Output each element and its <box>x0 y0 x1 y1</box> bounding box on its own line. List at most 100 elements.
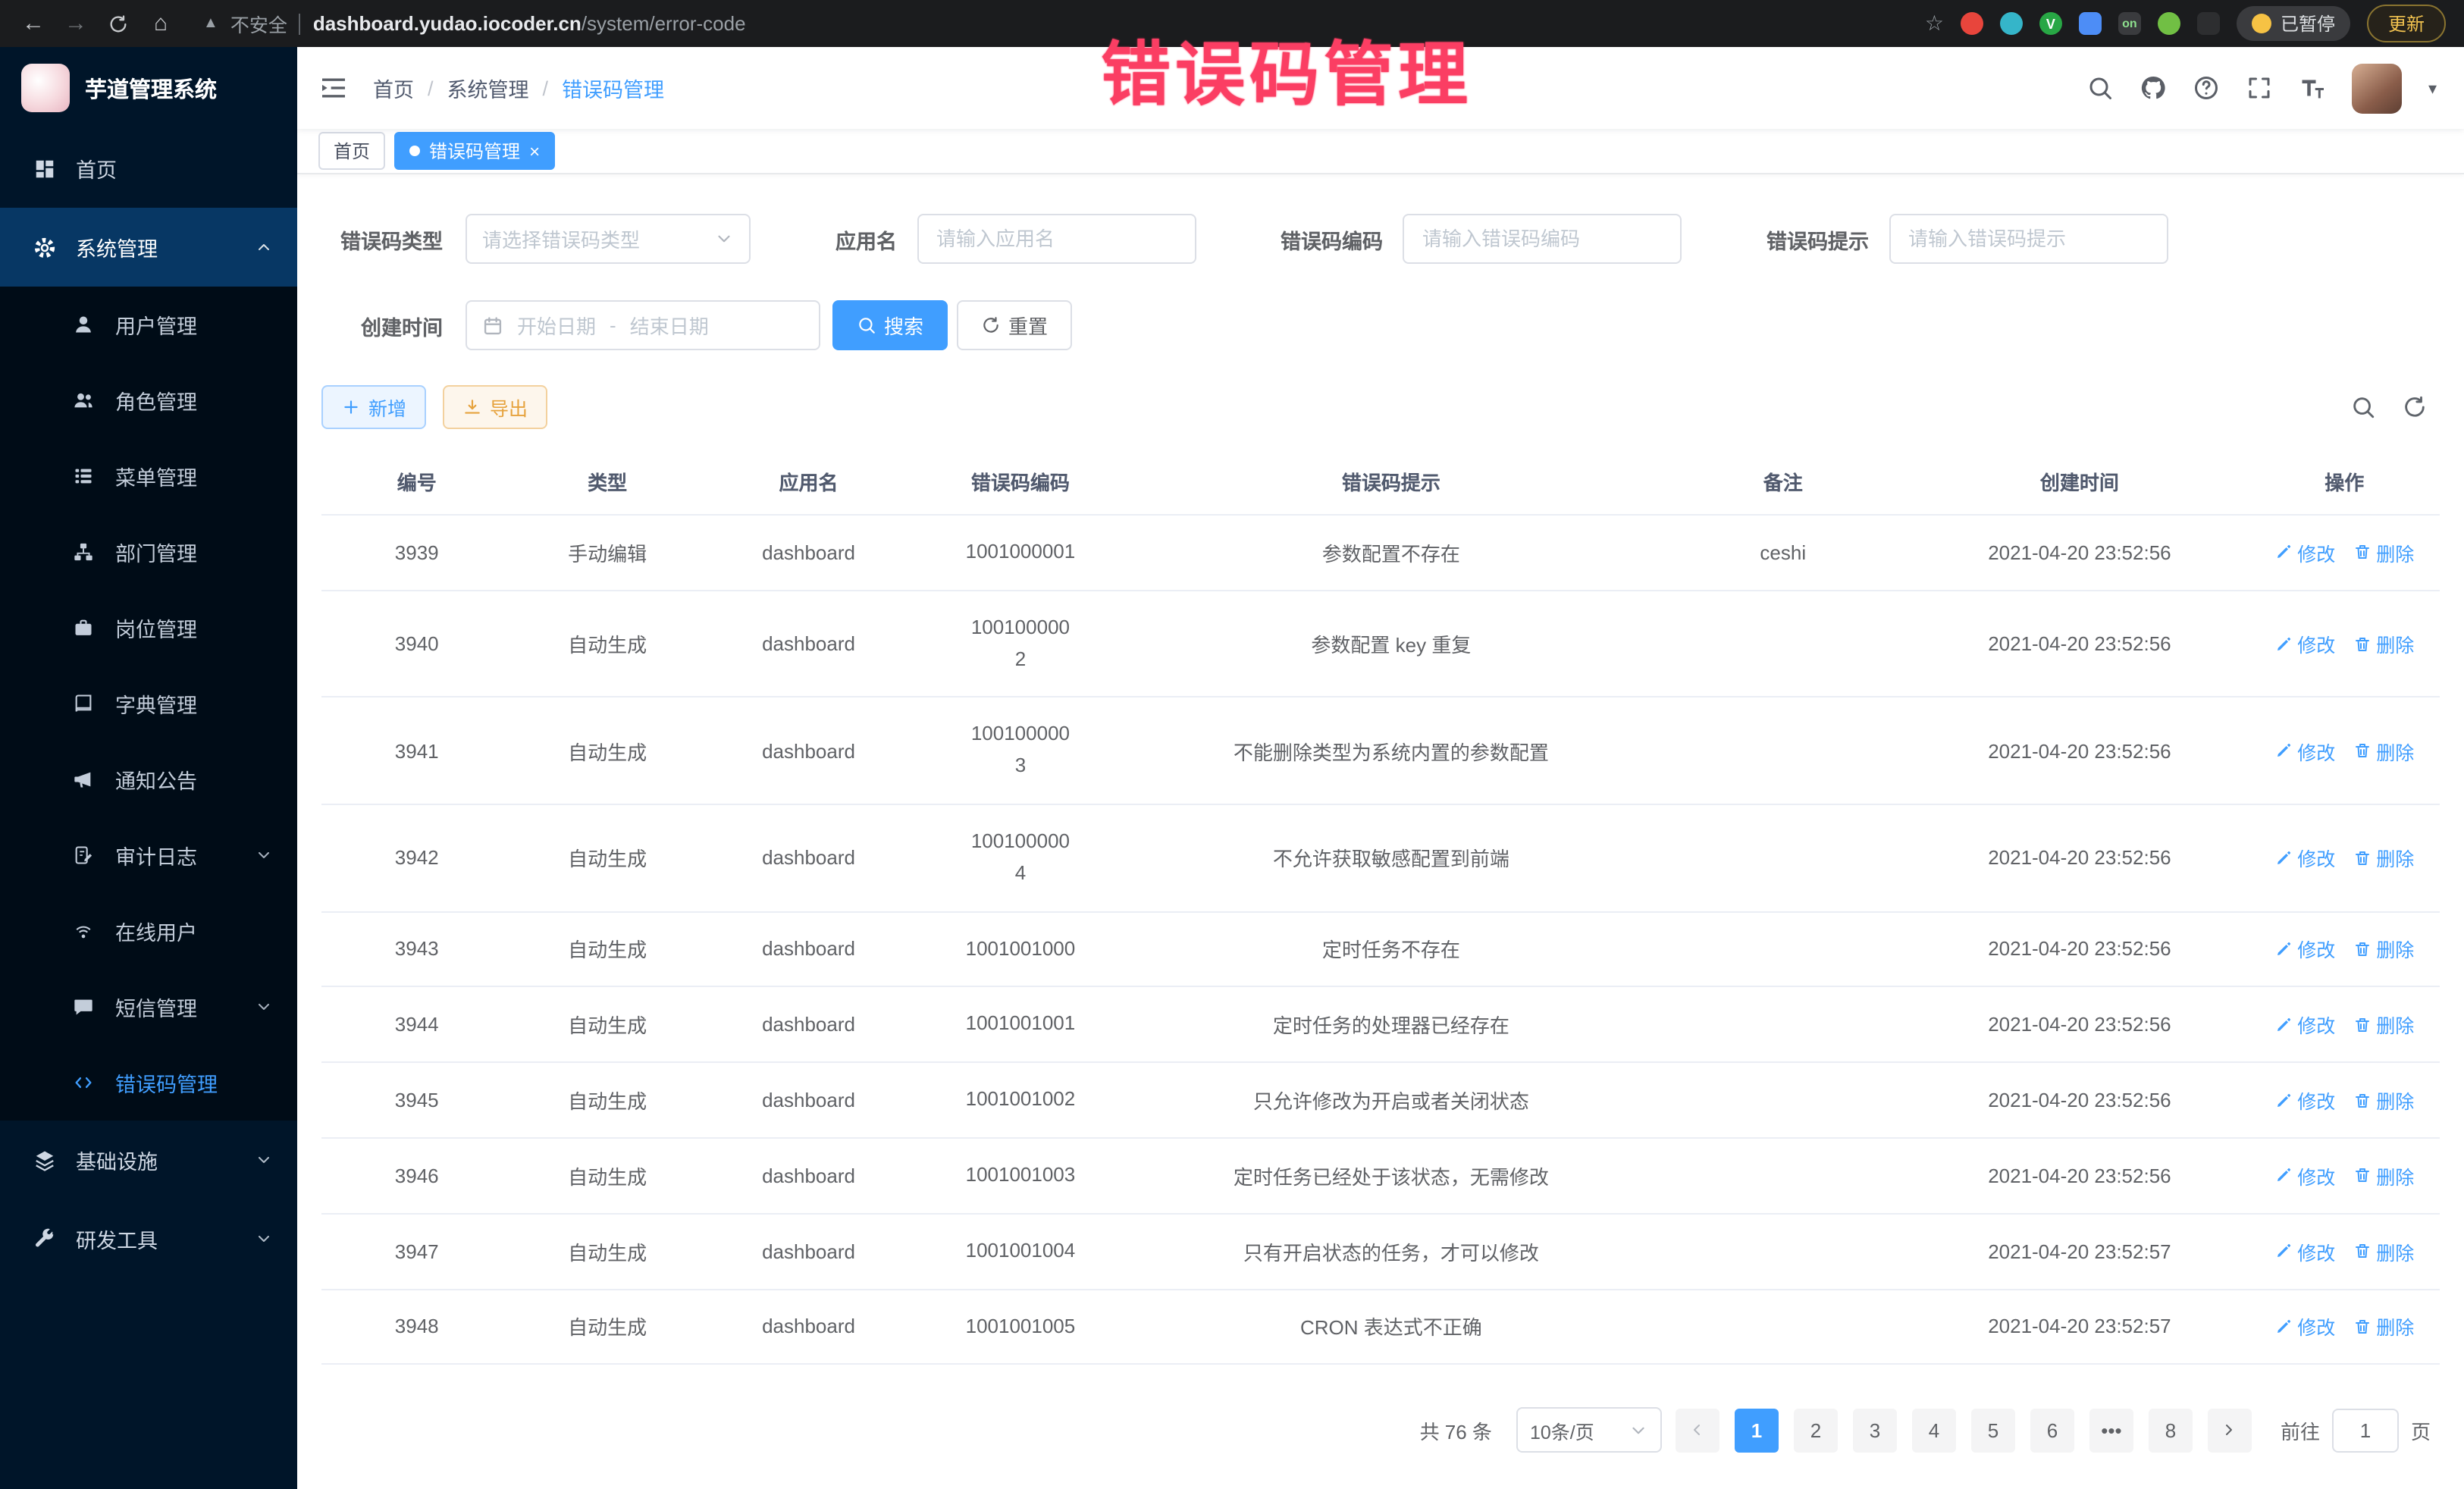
edit-link[interactable]: 修改 <box>2274 1011 2335 1039</box>
edit-link[interactable]: 修改 <box>2274 629 2335 658</box>
error-type-select[interactable]: 请选择错误码类型 <box>466 214 751 264</box>
add-button[interactable]: 新增 <box>321 385 426 429</box>
delete-link[interactable]: 删除 <box>2353 1161 2414 1190</box>
cell-memo <box>1656 804 1910 911</box>
error-code-input[interactable] <box>1419 226 1665 252</box>
edit-link[interactable]: 修改 <box>2274 1161 2335 1190</box>
delete-link[interactable]: 删除 <box>2353 844 2414 873</box>
user-avatar[interactable] <box>2353 63 2403 113</box>
extension-icon-blue-grid[interactable] <box>2079 12 2102 35</box>
edit-link[interactable]: 修改 <box>2274 1312 2335 1341</box>
delete-link[interactable]: 删除 <box>2353 736 2414 765</box>
edit-link[interactable]: 修改 <box>2274 538 2335 567</box>
field-label: 创建时间 <box>321 310 443 340</box>
github-icon[interactable] <box>2140 74 2168 102</box>
extension-icon-teal[interactable] <box>2000 12 2023 35</box>
refresh-table-icon[interactable] <box>2402 394 2428 420</box>
sidebar-item-menus[interactable]: 菜单管理 <box>0 438 297 514</box>
announcement-icon <box>73 766 99 792</box>
bookmark-star-icon[interactable]: ☆ <box>1925 11 1944 36</box>
extension-icon-on-badge[interactable]: on <box>2118 12 2141 35</box>
reset-button[interactable]: 重置 <box>957 300 1072 350</box>
sidebar-item-users[interactable]: 用户管理 <box>0 287 297 362</box>
paused-badge[interactable]: 已暂停 <box>2237 6 2350 41</box>
sidebar-item-online-users[interactable]: 在线用户 <box>0 893 297 969</box>
cell-code: 1001001005 <box>914 1289 1126 1365</box>
tab-home[interactable]: 首页 <box>318 132 385 170</box>
sidebar-item-system[interactable]: 系统管理 <box>0 208 297 287</box>
search-icon[interactable] <box>2087 74 2114 102</box>
url-path: /system/error-code <box>582 12 746 35</box>
breadcrumb-system[interactable]: 系统管理 <box>447 73 529 103</box>
extension-icon-leaf[interactable] <box>2158 12 2180 35</box>
breadcrumb-home[interactable]: 首页 <box>373 73 414 103</box>
app-logo[interactable]: 芋道管理系统 <box>0 47 297 129</box>
edit-link[interactable]: 修改 <box>2274 1086 2335 1114</box>
dashboard-icon <box>33 155 59 181</box>
pin-extension-icon[interactable] <box>2197 12 2220 35</box>
error-message-input[interactable] <box>1905 226 2151 252</box>
sidebar-item-home[interactable]: 首页 <box>0 129 297 208</box>
update-button[interactable]: 更新 <box>2367 5 2446 42</box>
export-button[interactable]: 导出 <box>443 385 547 429</box>
prev-page-button[interactable] <box>1676 1409 1719 1453</box>
app-name-input[interactable] <box>933 226 1179 252</box>
reload-icon[interactable] <box>100 5 136 42</box>
sidebar-item-departments[interactable]: 部门管理 <box>0 514 297 590</box>
fullscreen-icon[interactable] <box>2246 74 2274 102</box>
font-size-icon[interactable] <box>2299 74 2327 102</box>
goto-page-input[interactable] <box>2332 1409 2399 1453</box>
extension-icon-green-v[interactable]: V <box>2039 12 2062 35</box>
audit-icon <box>73 842 99 868</box>
sidebar-item-sms[interactable]: 短信管理 <box>0 969 297 1045</box>
search-button[interactable]: 搜索 <box>832 300 948 350</box>
cell-message: 定时任务不存在 <box>1127 911 1657 987</box>
sidebar-item-error-code[interactable]: 错误码管理 <box>0 1045 297 1121</box>
sidebar-item-dev-tools[interactable]: 研发工具 <box>0 1199 297 1278</box>
table-row: 3945 自动生成 dashboard 1001001002 只允许修改为开启或… <box>321 1062 2440 1138</box>
toggle-search-icon[interactable] <box>2350 394 2376 420</box>
edit-link[interactable]: 修改 <box>2274 935 2335 964</box>
cell-memo <box>1656 1062 1910 1138</box>
forward-icon[interactable]: → <box>58 5 94 42</box>
page-button-2[interactable]: 2 <box>1794 1409 1838 1453</box>
sidebar-item-dictionary[interactable]: 字典管理 <box>0 666 297 741</box>
date-range-picker[interactable]: 开始日期 - 结束日期 <box>466 300 820 350</box>
next-page-button[interactable] <box>2208 1409 2252 1453</box>
back-icon[interactable]: ← <box>15 5 52 42</box>
delete-link[interactable]: 删除 <box>2353 1011 2414 1039</box>
goto-unit: 页 <box>2411 1416 2431 1445</box>
address-bar[interactable]: ▲ 不安全 dashboard.yudao.iocoder.cn/system/… <box>203 9 746 38</box>
delete-link[interactable]: 删除 <box>2353 1237 2414 1265</box>
page-button-5[interactable]: 5 <box>1971 1409 2015 1453</box>
close-tab-icon[interactable]: × <box>529 142 540 160</box>
home-icon[interactable]: ⌂ <box>143 5 179 42</box>
edit-link[interactable]: 修改 <box>2274 736 2335 765</box>
delete-link[interactable]: 删除 <box>2353 935 2414 964</box>
sidebar-item-infrastructure[interactable]: 基础设施 <box>0 1121 297 1199</box>
edit-link[interactable]: 修改 <box>2274 1237 2335 1265</box>
sidebar-item-announcements[interactable]: 通知公告 <box>0 741 297 817</box>
more-pages-button[interactable]: ••• <box>2089 1409 2133 1453</box>
cell-id: 3939 <box>321 515 512 591</box>
delete-link[interactable]: 删除 <box>2353 1312 2414 1341</box>
sidebar-item-audit-log[interactable]: 审计日志 <box>0 817 297 893</box>
page-button-1[interactable]: 1 <box>1735 1409 1779 1453</box>
delete-link[interactable]: 删除 <box>2353 629 2414 658</box>
caret-down-icon[interactable]: ▾ <box>2428 78 2437 98</box>
page-button-4[interactable]: 4 <box>1912 1409 1956 1453</box>
tab-error-code[interactable]: 错误码管理 × <box>394 132 555 170</box>
filter-row-1: 错误码类型 请选择错误码类型 应用名 错误码编码 <box>321 214 2440 264</box>
page-button-3[interactable]: 3 <box>1853 1409 1897 1453</box>
sidebar-item-roles[interactable]: 角色管理 <box>0 362 297 438</box>
delete-link[interactable]: 删除 <box>2353 538 2414 567</box>
page-button-6[interactable]: 6 <box>2030 1409 2074 1453</box>
help-icon[interactable] <box>2193 74 2221 102</box>
sidebar-item-positions[interactable]: 岗位管理 <box>0 590 297 666</box>
page-size-select[interactable]: 10条/页 <box>1516 1408 1662 1453</box>
extension-icon-red[interactable] <box>1961 12 1983 35</box>
edit-link[interactable]: 修改 <box>2274 844 2335 873</box>
page-button-8[interactable]: 8 <box>2149 1409 2193 1453</box>
delete-link[interactable]: 删除 <box>2353 1086 2414 1114</box>
collapse-sidebar-icon[interactable] <box>318 73 349 103</box>
